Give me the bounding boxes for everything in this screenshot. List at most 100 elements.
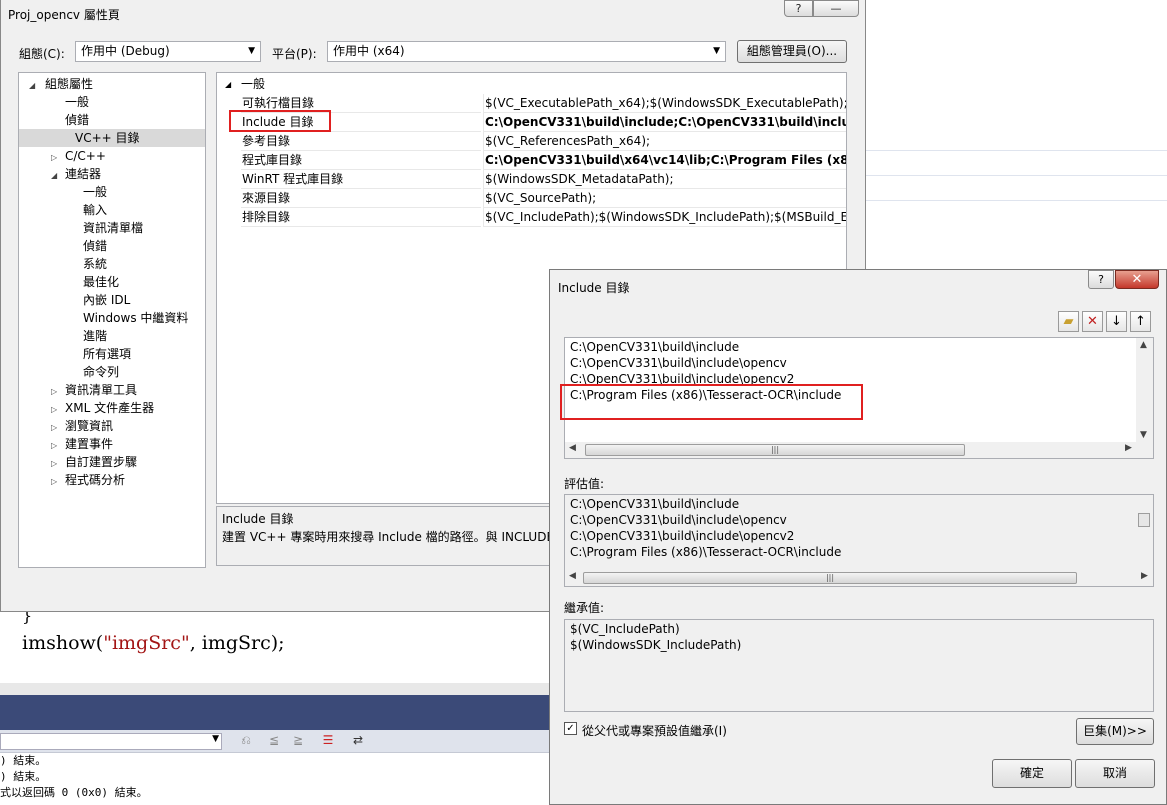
tree-item-label: 連結器 <box>65 167 102 181</box>
clear-all-icon[interactable]: ☰ <box>320 733 336 749</box>
scroll-down-icon[interactable]: ▼ <box>1140 430 1147 440</box>
scroll-thumb[interactable]: ||| <box>585 444 965 456</box>
list-item[interactable]: C:\OpenCV331\build\include\opencv <box>570 355 787 371</box>
tree-item[interactable]: 偵錯 <box>83 237 107 255</box>
grid-value[interactable]: $(VC_SourcePath); <box>483 189 846 208</box>
tree-item[interactable]: ▷ C/C++ <box>51 147 106 165</box>
tree-item-label: 建置事件 <box>65 437 114 451</box>
grid-row[interactable]: WinRT 程式庫目錄 $(WindowsSDK_MetadataPath); <box>217 170 846 189</box>
close-button[interactable]: ✕ <box>1115 270 1159 289</box>
tree-item[interactable]: ▷ 瀏覽資訊 <box>51 417 113 435</box>
grid-value[interactable]: $(VC_ReferencesPath_x64); <box>483 132 846 151</box>
find-message-icon[interactable]: ⎌ <box>238 733 254 749</box>
horizontal-scrollbar[interactable]: ◀ ||| ▶ <box>565 570 1153 586</box>
tree-item-label: 一般 <box>65 95 90 109</box>
inherited-list: $(VC_IncludePath) $(WindowsSDK_IncludePa… <box>564 619 1154 712</box>
tree-item[interactable]: 輸入 <box>83 201 107 219</box>
tree-item[interactable]: ◢ 組態屬性 <box>29 75 93 93</box>
vertical-scrollbar[interactable]: ▲ ▼ <box>1136 338 1153 442</box>
help-button[interactable]: ? <box>1088 270 1114 289</box>
tree-item-label: 輸入 <box>83 203 108 217</box>
grid-value[interactable]: $(VC_ExecutablePath_x64);$(WindowsSDK_Ex… <box>483 94 846 113</box>
list-item: C:\OpenCV331\build\include\opencv2 <box>570 529 795 543</box>
grid-value[interactable]: C:\OpenCV331\build\x64\vc14\lib;C:\Progr… <box>483 151 846 170</box>
tree-item-label: 程式碼分析 <box>65 473 126 487</box>
close-button[interactable]: — <box>813 0 859 17</box>
chevron-down-icon: ▼ <box>212 734 219 744</box>
tree-item[interactable]: ▷ 程式碼分析 <box>51 471 125 489</box>
tree-item[interactable]: 命令列 <box>83 363 119 381</box>
tree-item[interactable]: 一般 <box>51 93 89 111</box>
output-source-combo[interactable]: ▼ <box>0 733 222 750</box>
word-wrap-icon[interactable]: ⇄ <box>350 733 366 749</box>
scroll-thumb[interactable]: ||| <box>583 572 1077 584</box>
scroll-thumb[interactable] <box>1138 513 1150 527</box>
tree-item[interactable]: ▷ 自訂建置步驟 <box>51 453 137 471</box>
tree-item[interactable]: ▷ XML 文件產生器 <box>51 399 154 417</box>
move-up-icon[interactable]: ↑ <box>1130 311 1151 332</box>
scroll-right-icon[interactable]: ▶ <box>1125 443 1132 453</box>
new-folder-icon[interactable]: ▰ <box>1058 311 1079 332</box>
grid-row[interactable]: 參考目錄 $(VC_ReferencesPath_x64); <box>217 132 846 151</box>
tree-item[interactable]: 內嵌 IDL <box>83 291 130 309</box>
grid-section[interactable]: ◢ 一般 <box>217 75 846 94</box>
collapse-icon[interactable]: ◢ <box>29 77 45 95</box>
platform-select[interactable]: 作用中 (x64) ▼ <box>327 41 726 62</box>
code-fn: imshow( <box>22 632 104 654</box>
tree-item[interactable]: 系統 <box>83 255 107 273</box>
inherit-checkbox-label[interactable]: 從父代或專案預設值繼承(I) <box>582 722 727 739</box>
inherit-checkbox[interactable]: ✓ <box>564 722 577 735</box>
tree-item[interactable]: 一般 <box>83 183 107 201</box>
tree-item[interactable]: VC++ 目錄 <box>19 129 205 147</box>
list-item[interactable]: C:\OpenCV331\build\include <box>570 339 739 355</box>
scroll-left-icon[interactable]: ◀ <box>569 443 576 453</box>
tree-item-label: 資訊清單工具 <box>65 383 138 397</box>
tree-item[interactable]: ▷ 建置事件 <box>51 435 113 453</box>
editor-background <box>866 0 1167 270</box>
tree-item[interactable]: ▷ 資訊清單工具 <box>51 381 137 399</box>
macros-button[interactable]: 巨集(M)>> <box>1076 718 1154 745</box>
config-manager-button[interactable]: 組態管理員(O)... <box>737 40 847 63</box>
code-args: , imgSrc); <box>189 632 285 654</box>
tree-item[interactable]: 資訊清單檔 <box>83 219 143 237</box>
grid-value[interactable]: $(VC_IncludePath);$(WindowsSDK_IncludePa… <box>483 208 846 227</box>
scroll-up-icon[interactable]: ▲ <box>1140 340 1147 350</box>
vertical-scrollbar[interactable] <box>1136 495 1153 570</box>
tree-item-label: 一般 <box>83 185 108 199</box>
next-message-icon[interactable]: ≧ <box>290 733 306 749</box>
grid-row[interactable]: 來源目錄 $(VC_SourcePath); <box>217 189 846 208</box>
move-down-icon[interactable]: ↓ <box>1106 311 1127 332</box>
config-select[interactable]: 作用中 (Debug) ▼ <box>75 41 261 62</box>
ok-button[interactable]: 確定 <box>992 759 1072 788</box>
output-line: 式以返回碼 0 (0x0) 結束。 <box>0 786 148 799</box>
evaluated-label: 評估值: <box>564 477 605 491</box>
help-button[interactable]: ? <box>784 0 813 17</box>
code-line: imshow("imgSrc", imgSrc); <box>22 632 285 654</box>
scroll-right-icon[interactable]: ▶ <box>1141 571 1148 581</box>
grid-value[interactable]: C:\OpenCV331\build\include;C:\OpenCV331\… <box>483 113 846 132</box>
tree-item[interactable]: 所有選項 <box>83 345 131 363</box>
cancel-button[interactable]: 取消 <box>1075 759 1155 788</box>
expand-icon[interactable]: ▷ <box>51 473 65 491</box>
highlight-box <box>560 384 863 420</box>
tree-item-label: Windows 中繼資料 <box>83 311 189 325</box>
editor-hscroll[interactable] <box>0 683 560 695</box>
grid-row[interactable]: 排除目錄 $(VC_IncludePath);$(WindowsSDK_Inclu… <box>217 208 846 227</box>
platform-label: 平台(P): <box>272 47 317 61</box>
tree-item-label: 所有選項 <box>83 347 132 361</box>
tree-item[interactable]: 偵錯 <box>51 111 89 129</box>
collapse-icon: ◢ <box>225 80 232 89</box>
delete-icon[interactable]: ✕ <box>1082 311 1103 332</box>
horizontal-scrollbar[interactable]: ◀ ||| ▶ <box>565 442 1153 458</box>
grid-row[interactable]: 程式庫目錄 C:\OpenCV331\build\x64\vc14\lib;C:\… <box>217 151 846 170</box>
grid-value[interactable]: $(WindowsSDK_MetadataPath); <box>483 170 846 189</box>
tree-item[interactable]: ◢ 連結器 <box>51 165 101 183</box>
prev-message-icon[interactable]: ≦ <box>266 733 282 749</box>
tree-item[interactable]: Windows 中繼資料 <box>83 309 188 327</box>
scroll-left-icon[interactable]: ◀ <box>569 571 576 581</box>
config-value: 作用中 (Debug) <box>81 44 170 58</box>
tree-item[interactable]: 進階 <box>83 327 107 345</box>
tree-item[interactable]: 最佳化 <box>83 273 119 291</box>
collapse-icon[interactable]: ◢ <box>51 167 65 185</box>
tree-item-label: 最佳化 <box>83 275 120 289</box>
